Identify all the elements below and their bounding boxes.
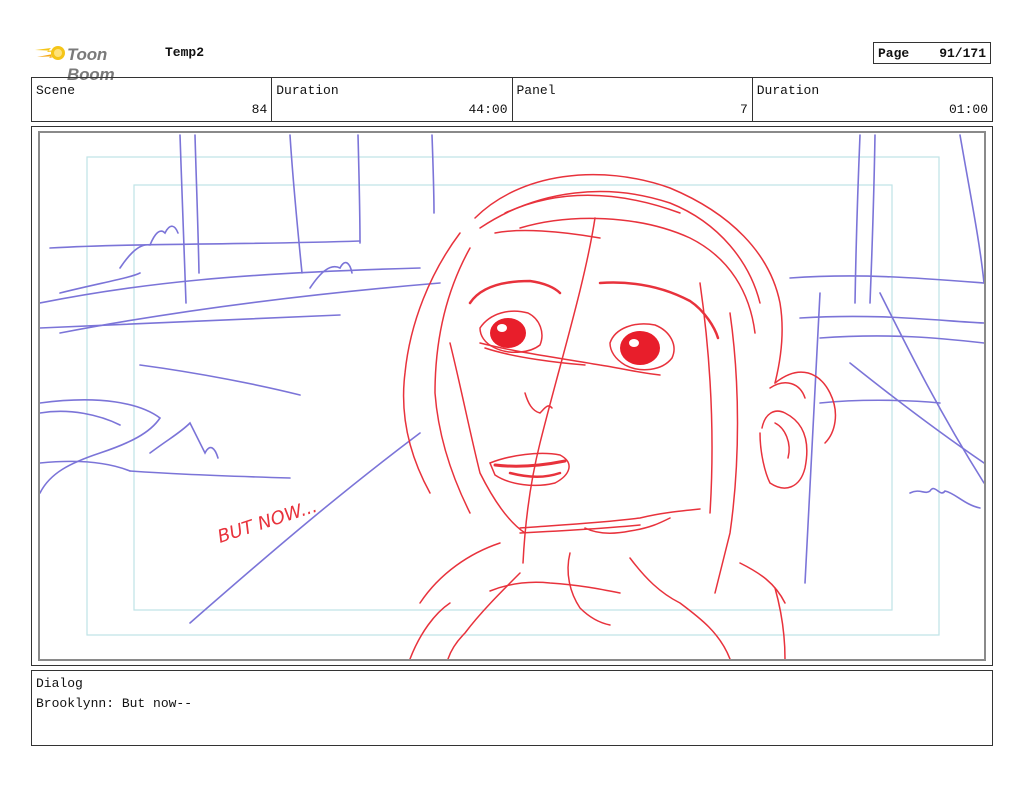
character-sketch: [402, 173, 837, 659]
handwritten-annotation: BUT NOW...: [215, 496, 320, 548]
panel-label: Panel: [516, 83, 556, 98]
annotation-text: BUT NOW...: [215, 496, 320, 548]
dialog-label: Dialog: [36, 676, 83, 691]
panel-info-row: Scene 84 Duration 44:00 Panel 7 Duration…: [31, 77, 993, 122]
sketch-drawing: BUT NOW...: [40, 134, 984, 659]
panel-cell: Panel 7: [513, 78, 753, 121]
panel-duration-label: Duration: [756, 83, 820, 98]
panel-image: BUT NOW...: [38, 131, 986, 661]
title-safe-frame: [86, 156, 940, 636]
panel-value: 7: [739, 102, 748, 117]
scene-duration-cell: Duration 44:00: [272, 78, 513, 121]
project-title: Temp2: [165, 45, 205, 60]
comet-icon: [35, 46, 65, 60]
scene-cell: Scene 84: [32, 78, 273, 121]
page-label: Page: [878, 46, 910, 61]
action-safe-frame: [133, 184, 893, 611]
page-number: 91/171: [939, 46, 986, 61]
page-indicator: Page 91/171: [873, 42, 991, 64]
scene-label: Scene: [36, 83, 76, 98]
dialog-text: Brooklynn: But now--: [36, 696, 193, 711]
panel-duration-cell: Duration 01:00: [753, 78, 992, 121]
background-sketch: [40, 134, 984, 624]
dialog-box: Dialog Brooklynn: But now--: [31, 670, 993, 746]
scene-duration-value: 44:00: [468, 102, 508, 117]
toon-boom-logo: Toon Boom: [33, 38, 158, 84]
storyboard-header: Toon Boom Temp2 Page 91/171: [31, 36, 993, 84]
scene-value: 84: [251, 102, 268, 117]
scene-duration-label: Duration: [276, 83, 339, 98]
panel-frame: BUT NOW...: [31, 126, 993, 666]
panel-duration-value: 01:00: [948, 102, 988, 117]
